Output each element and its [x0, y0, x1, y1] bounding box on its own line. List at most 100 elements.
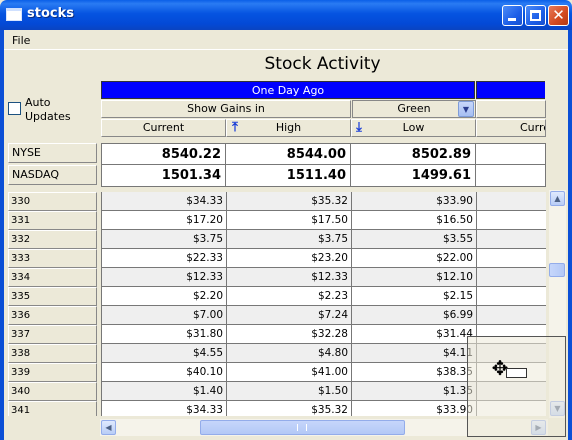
- index-label-nyse: NYSE: [8, 143, 97, 163]
- horizontal-scroll-thumb[interactable]: [200, 420, 405, 435]
- title-bar[interactable]: stocks ✕: [0, 0, 572, 30]
- sort-descending-icon: ⤓: [356, 120, 362, 135]
- column-header-current-2[interactable]: Curre: [476, 119, 546, 137]
- window-frame-left: [0, 30, 4, 440]
- cell-current: $2.20: [102, 287, 227, 305]
- cell-high: $32.28: [227, 325, 352, 343]
- nyse-current: 8540.22: [101, 143, 226, 165]
- vertical-scroll-thumb[interactable]: [549, 263, 565, 277]
- row-label[interactable]: 331: [8, 211, 97, 230]
- sort-ascending-icon: ⤒: [232, 120, 238, 135]
- auto-updates-label: Auto Updates: [25, 96, 71, 123]
- cell-low: $12.10: [352, 268, 477, 286]
- cell-high: $3.75: [227, 230, 352, 248]
- auto-updates-checkbox[interactable]: [8, 102, 21, 115]
- row-label[interactable]: 341: [8, 401, 97, 416]
- cell-current: $31.80: [102, 325, 227, 343]
- cell-high: $23.20: [227, 249, 352, 267]
- column-header-low[interactable]: Low: [351, 119, 476, 137]
- cell-low: $31.44: [352, 325, 477, 343]
- close-button[interactable]: ✕: [548, 5, 569, 26]
- row-label[interactable]: 334: [8, 268, 97, 287]
- cell-high: $2.23: [227, 287, 352, 305]
- cell-current: $34.33: [102, 401, 227, 416]
- table-row[interactable]: $12.33 $12.33 $12.10: [102, 268, 546, 287]
- row-label[interactable]: 340: [8, 382, 97, 401]
- header-spacer: [476, 100, 546, 118]
- cell-current: $17.20: [102, 211, 227, 229]
- cell-low: $1.35: [352, 382, 477, 400]
- row-label[interactable]: 339: [8, 363, 97, 382]
- cell-high: $17.50: [227, 211, 352, 229]
- window-title: stocks: [27, 6, 74, 21]
- cell-low: $6.99: [352, 306, 477, 324]
- cell-current: $12.33: [102, 268, 227, 286]
- cell-low: $3.55: [352, 230, 477, 248]
- minimize-icon: [508, 18, 516, 21]
- nyse-low: 8502.89: [351, 143, 476, 165]
- cell-low: $33.90: [352, 401, 477, 416]
- cell-current: $34.33: [102, 192, 227, 210]
- scroll-up-icon[interactable]: ▲: [550, 191, 565, 206]
- column-header-high[interactable]: High: [226, 119, 351, 137]
- cell-high: $1.50: [227, 382, 352, 400]
- period-header-extension: [476, 81, 545, 99]
- table-row[interactable]: $34.33 $35.32 $33.90: [102, 192, 546, 211]
- cell-extra: [477, 230, 546, 248]
- cell-low: $2.15: [352, 287, 477, 305]
- show-gains-label: Show Gains in: [101, 100, 351, 118]
- row-label[interactable]: 332: [8, 230, 97, 249]
- drag-placeholder-box[interactable]: [506, 368, 527, 378]
- period-header[interactable]: One Day Ago: [101, 81, 475, 99]
- cell-high: $12.33: [227, 268, 352, 286]
- column-header-current[interactable]: Current: [101, 119, 226, 137]
- cell-extra: [477, 306, 546, 324]
- nasdaq-extra: [476, 165, 546, 187]
- table-row[interactable]: $17.20 $17.50 $16.50: [102, 211, 546, 230]
- menu-file[interactable]: File: [12, 34, 30, 47]
- nasdaq-high: 1511.40: [226, 165, 351, 187]
- page-title: Stock Activity: [264, 54, 381, 74]
- cell-low: $4.11: [352, 344, 477, 362]
- cell-low: $22.00: [352, 249, 477, 267]
- row-label[interactable]: 335: [8, 287, 97, 306]
- drag-overlay-panel: [467, 336, 566, 437]
- table-row[interactable]: $22.33 $23.20 $22.00: [102, 249, 546, 268]
- cell-extra: [477, 287, 546, 305]
- row-label[interactable]: 338: [8, 344, 97, 363]
- window-frame-right: [568, 30, 572, 440]
- nyse-high: 8544.00: [226, 143, 351, 165]
- cell-high: $4.80: [227, 344, 352, 362]
- row-label[interactable]: 336: [8, 306, 97, 325]
- table-row[interactable]: $3.75 $3.75 $3.55: [102, 230, 546, 249]
- cell-extra: [477, 268, 546, 286]
- cell-current: $3.75: [102, 230, 227, 248]
- cell-high: $41.00: [227, 363, 352, 381]
- maximize-button[interactable]: [525, 5, 546, 26]
- cell-high: $35.32: [227, 192, 352, 210]
- cell-extra: [477, 211, 546, 229]
- cell-current: $1.40: [102, 382, 227, 400]
- nasdaq-low: 1499.61: [351, 165, 476, 187]
- row-label-column: 330 331 332 333 334 335 336 337 338 339 …: [8, 192, 97, 416]
- close-icon: ✕: [552, 6, 565, 24]
- nyse-extra: [476, 143, 546, 165]
- cell-current: $22.33: [102, 249, 227, 267]
- gains-color-value: Green: [397, 102, 431, 115]
- table-row[interactable]: $7.00 $7.24 $6.99: [102, 306, 546, 325]
- row-label[interactable]: 333: [8, 249, 97, 268]
- cell-low: $38.35: [352, 363, 477, 381]
- scroll-left-icon[interactable]: ◀: [101, 420, 116, 435]
- table-row[interactable]: $2.20 $2.23 $2.15: [102, 287, 546, 306]
- row-label[interactable]: 330: [8, 192, 97, 211]
- cell-high: $35.32: [227, 401, 352, 416]
- cell-low: $16.50: [352, 211, 477, 229]
- chevron-down-icon[interactable]: ▼: [458, 101, 474, 117]
- menu-bar: File: [4, 30, 568, 50]
- minimize-button[interactable]: [502, 5, 523, 26]
- cell-extra: [477, 249, 546, 267]
- nasdaq-current: 1501.34: [101, 165, 226, 187]
- row-label[interactable]: 337: [8, 325, 97, 344]
- cell-high: $7.24: [227, 306, 352, 324]
- index-label-nasdaq: NASDAQ: [8, 165, 97, 185]
